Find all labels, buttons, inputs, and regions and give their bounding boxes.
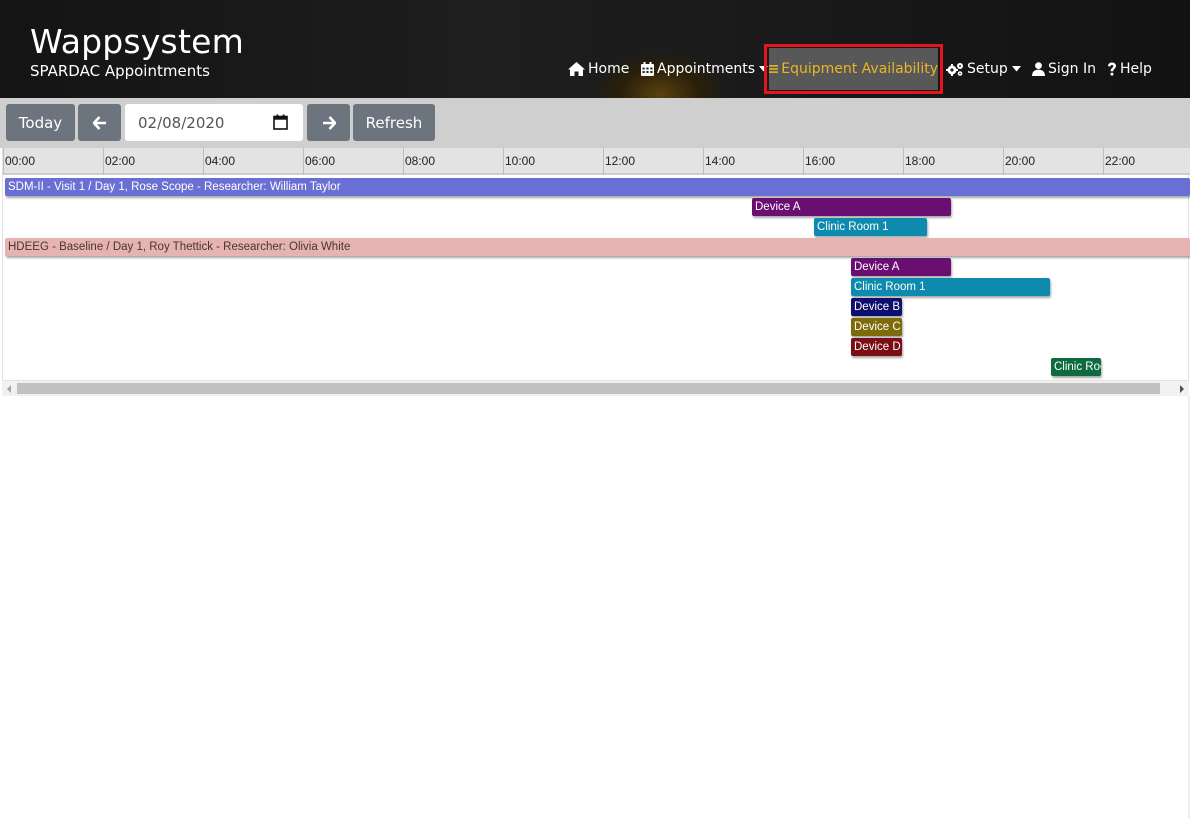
refresh-button[interactable]: Refresh bbox=[353, 104, 435, 141]
booking-device-a[interactable]: Device A bbox=[851, 258, 951, 276]
nav-home[interactable]: Home bbox=[568, 56, 629, 82]
arrow-left-icon bbox=[92, 115, 106, 130]
caret-down-icon bbox=[1011, 66, 1021, 72]
booking-device-d[interactable]: Device D bbox=[851, 338, 902, 356]
appointment-bar-hdeeg[interactable]: HDEEG - Baseline / Day 1, Roy Thettick -… bbox=[5, 238, 1190, 256]
brand-subtitle: SPARDAC Appointments bbox=[30, 62, 210, 80]
time-tick: 04:00 bbox=[203, 148, 303, 175]
time-tick: 20:00 bbox=[1003, 148, 1103, 175]
time-tick: 08:00 bbox=[403, 148, 503, 175]
previous-day-button[interactable] bbox=[78, 104, 121, 141]
date-toolbar: Today 02/08/2020 Refresh bbox=[0, 98, 1190, 148]
app-header: Wappsystem SPARDAC Appointments Home App… bbox=[0, 0, 1190, 98]
user-icon bbox=[1032, 62, 1045, 76]
nav-equipment-label: Equipment Availability bbox=[781, 61, 938, 77]
today-button[interactable]: Today bbox=[6, 104, 75, 141]
time-tick: 22:00 bbox=[1103, 148, 1190, 175]
scroll-right-icon[interactable] bbox=[1180, 385, 1184, 393]
horizontal-scrollbar[interactable] bbox=[2, 381, 1189, 396]
date-field[interactable]: 02/08/2020 bbox=[125, 104, 303, 141]
nav-setup-label: Setup bbox=[967, 61, 1008, 77]
time-axis: 00:00 02:00 04:00 06:00 08:00 10:00 12:0… bbox=[3, 148, 1190, 175]
time-tick: 14:00 bbox=[703, 148, 803, 175]
time-tick: 18:00 bbox=[903, 148, 1003, 175]
nav-help[interactable]: Help bbox=[1107, 56, 1152, 82]
time-tick: 16:00 bbox=[803, 148, 903, 175]
nav-home-label: Home bbox=[588, 61, 630, 77]
next-day-button[interactable] bbox=[307, 104, 350, 141]
equipment-timeline: 00:00 02:00 04:00 06:00 08:00 10:00 12:0… bbox=[2, 148, 1190, 381]
time-tick: 02:00 bbox=[103, 148, 203, 175]
booking-clinic-room-1[interactable]: Clinic Room 1 bbox=[814, 218, 927, 236]
home-icon bbox=[568, 62, 585, 76]
list-icon bbox=[769, 65, 779, 73]
booking-clinic-room-1[interactable]: Clinic Room 1 bbox=[851, 278, 1050, 296]
calendar-picker-icon[interactable] bbox=[273, 114, 288, 130]
time-tick: 12:00 bbox=[603, 148, 703, 175]
date-field-value: 02/08/2020 bbox=[138, 113, 225, 132]
time-tick: 06:00 bbox=[303, 148, 403, 175]
nav-help-label: Help bbox=[1120, 61, 1152, 77]
nav-appointments-label: Appointments bbox=[657, 61, 756, 77]
scroll-left-icon[interactable] bbox=[7, 385, 11, 393]
time-tick: 10:00 bbox=[503, 148, 603, 175]
calendar-icon bbox=[641, 62, 654, 76]
scrollbar-thumb[interactable] bbox=[17, 383, 1160, 394]
arrow-right-icon bbox=[322, 115, 336, 130]
nav-setup[interactable]: Setup bbox=[946, 56, 1024, 82]
booking-device-b[interactable]: Device B bbox=[851, 298, 902, 316]
booking-clinic-room-1[interactable]: Clinic Room 1 bbox=[1051, 358, 1101, 376]
brand-title[interactable]: Wappsystem bbox=[30, 22, 244, 61]
booking-device-a[interactable]: Device A bbox=[752, 198, 951, 216]
question-icon bbox=[1108, 62, 1116, 75]
nav-sign-in[interactable]: Sign In bbox=[1032, 56, 1096, 82]
nav-equipment-availability[interactable]: Equipment Availability bbox=[769, 48, 938, 90]
nav-appointments[interactable]: Appointments bbox=[641, 56, 771, 82]
gears-icon bbox=[946, 63, 963, 76]
appointment-bar-sdm[interactable]: SDM-II - Visit 1 / Day 1, Rose Scope - R… bbox=[5, 178, 1190, 196]
time-tick: 00:00 bbox=[3, 148, 103, 175]
nav-sign-in-label: Sign In bbox=[1048, 61, 1096, 77]
booking-device-c[interactable]: Device C bbox=[851, 318, 902, 336]
